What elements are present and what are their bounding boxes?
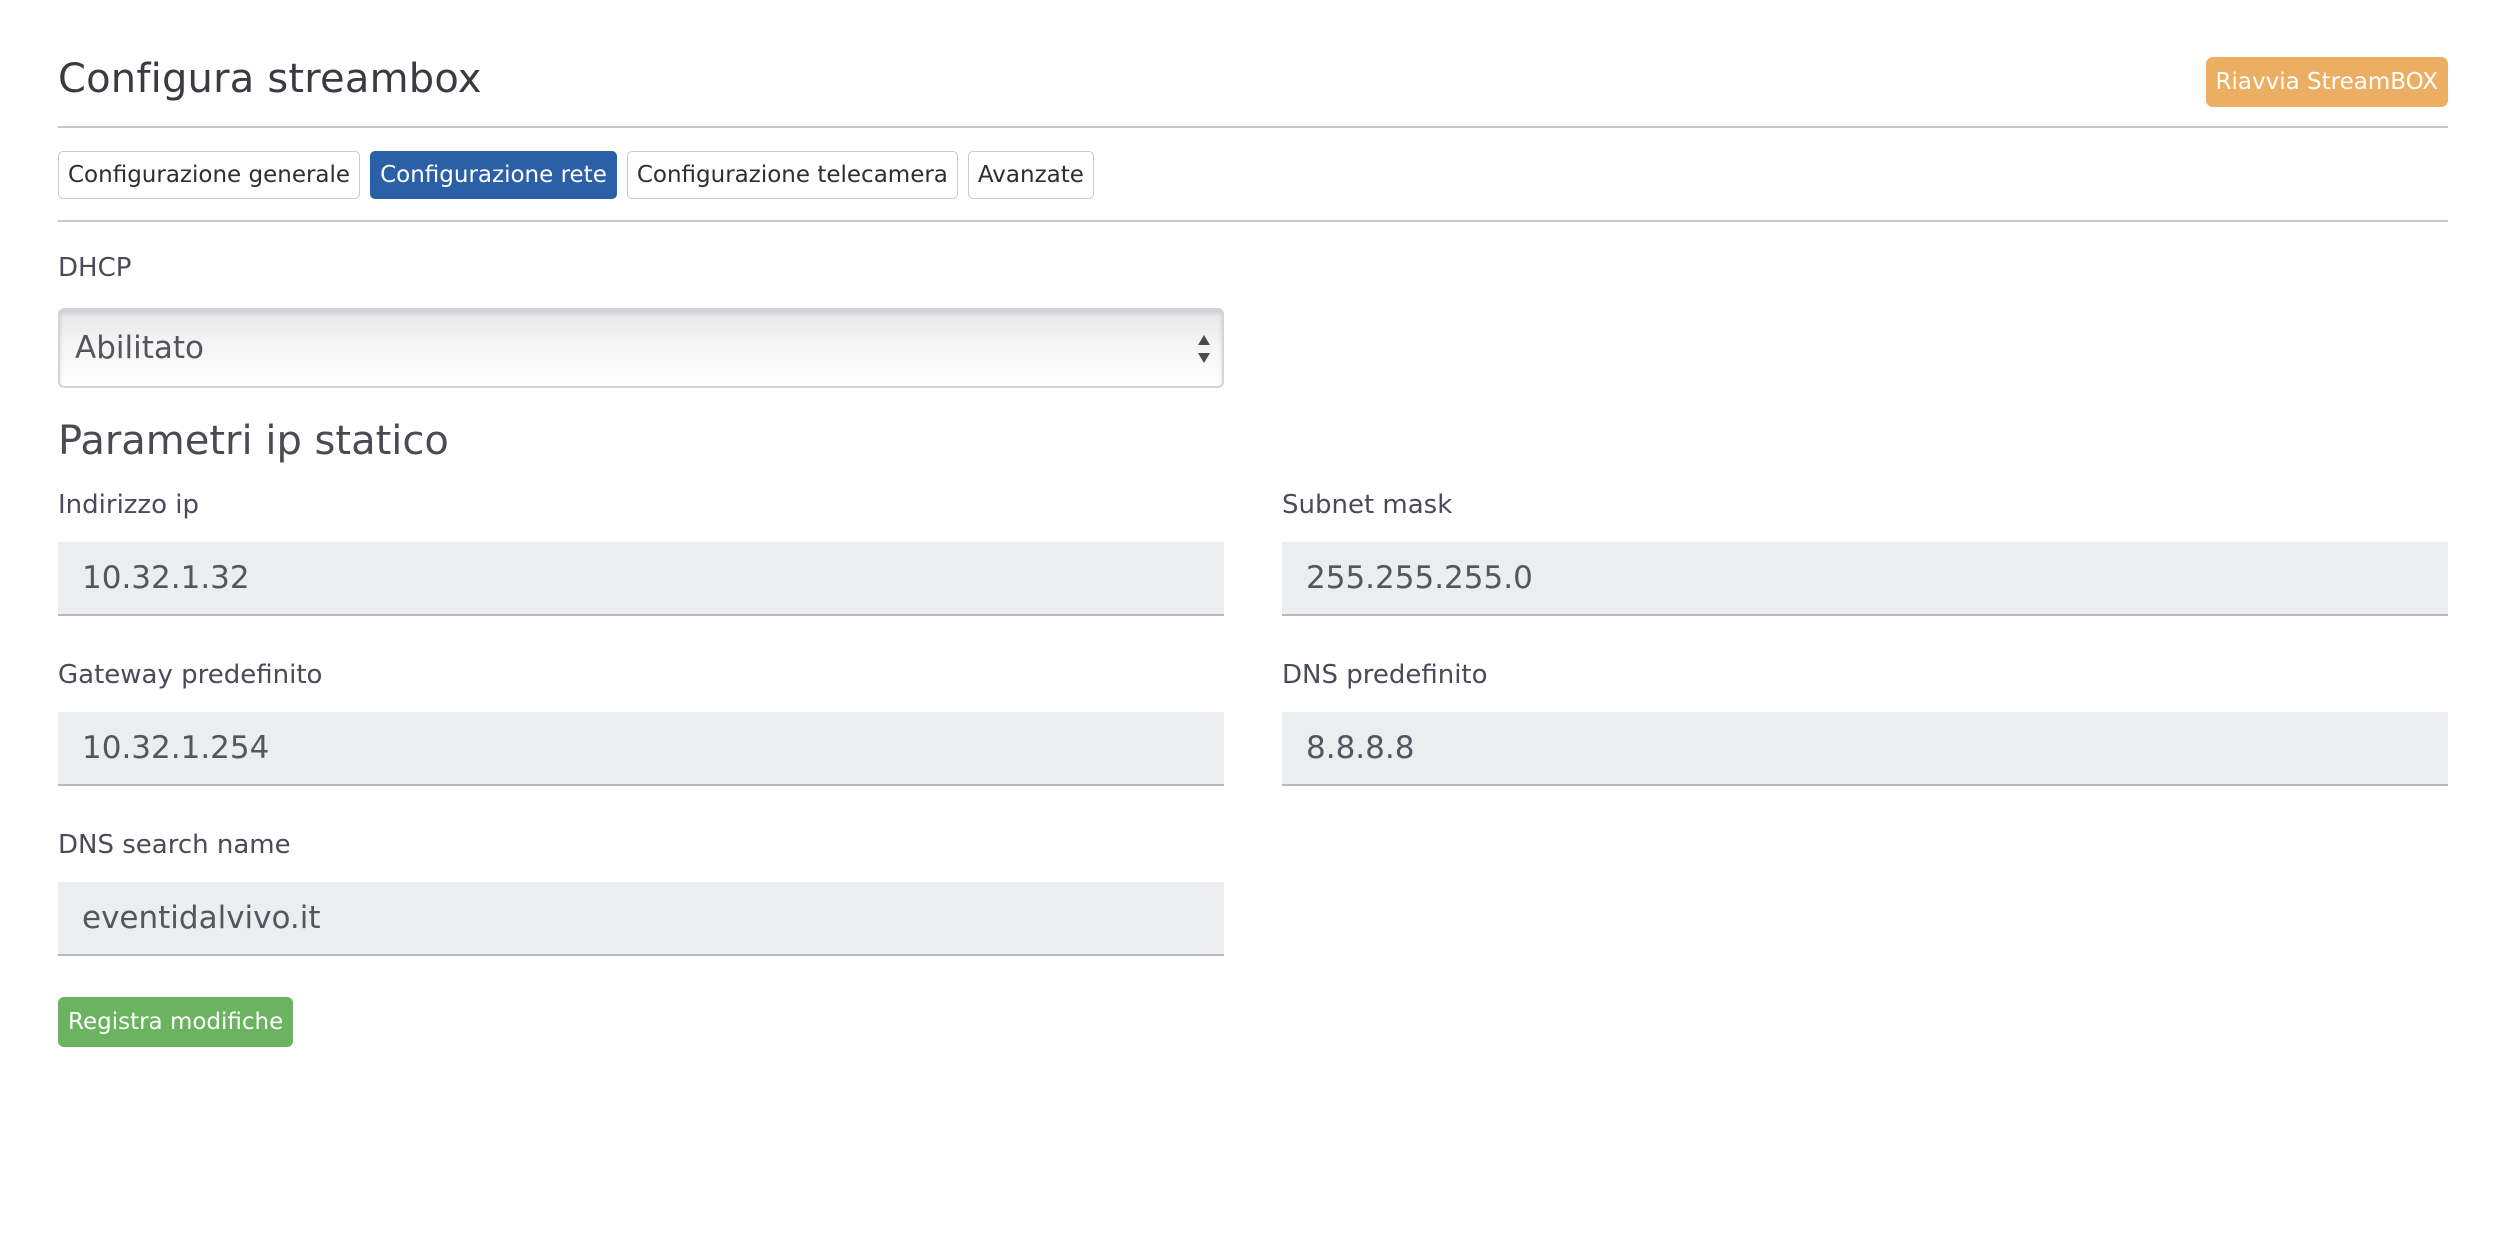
gateway-label: Gateway predefinito xyxy=(58,660,323,690)
static-ip-section-title: Parametri ip statico xyxy=(58,418,449,464)
dhcp-select[interactable]: Abilitato xyxy=(58,308,1224,388)
config-tabs: Configurazione generale Configurazione r… xyxy=(58,151,1094,199)
dhcp-label: DHCP xyxy=(58,253,132,283)
tab-advanced[interactable]: Avanzate xyxy=(967,151,1094,199)
tab-general-config[interactable]: Configurazione generale xyxy=(58,151,361,199)
tabs-divider xyxy=(58,220,2448,222)
gateway-input[interactable]: 10.32.1.254 xyxy=(58,712,1224,786)
tab-network-config[interactable]: Configurazione rete xyxy=(370,151,617,199)
restart-streambox-button[interactable]: Riavvia StreamBOX xyxy=(2205,57,2448,107)
ip-address-value: 10.32.1.32 xyxy=(82,560,250,596)
dns-search-value: eventidalvivo.it xyxy=(82,900,321,936)
dns-search-label: DNS search name xyxy=(58,830,291,860)
streambox-config-page: Configura streambox Riavvia StreamBOX Co… xyxy=(0,0,2506,1248)
tab-camera-config[interactable]: Configurazione telecamera xyxy=(626,151,958,199)
up-down-arrows-icon xyxy=(1198,335,1210,363)
subnet-mask-value: 255.255.255.0 xyxy=(1306,560,1533,596)
subnet-mask-input[interactable]: 255.255.255.0 xyxy=(1282,542,2448,616)
gateway-value: 10.32.1.254 xyxy=(82,730,270,766)
save-changes-button[interactable]: Registra modifiche xyxy=(58,997,294,1047)
header-divider xyxy=(58,126,2448,128)
dhcp-selected-value: Abilitato xyxy=(75,330,204,366)
dns-label: DNS predefinito xyxy=(1282,660,1488,690)
dns-input[interactable]: 8.8.8.8 xyxy=(1282,712,2448,786)
dns-search-input[interactable]: eventidalvivo.it xyxy=(58,882,1224,956)
ip-address-input[interactable]: 10.32.1.32 xyxy=(58,542,1224,616)
subnet-mask-label: Subnet mask xyxy=(1282,490,1453,520)
ip-address-label: Indirizzo ip xyxy=(58,490,199,520)
page-title: Configura streambox xyxy=(58,56,482,102)
dns-value: 8.8.8.8 xyxy=(1306,730,1415,766)
page-header: Configura streambox Riavvia StreamBOX xyxy=(58,52,2448,126)
